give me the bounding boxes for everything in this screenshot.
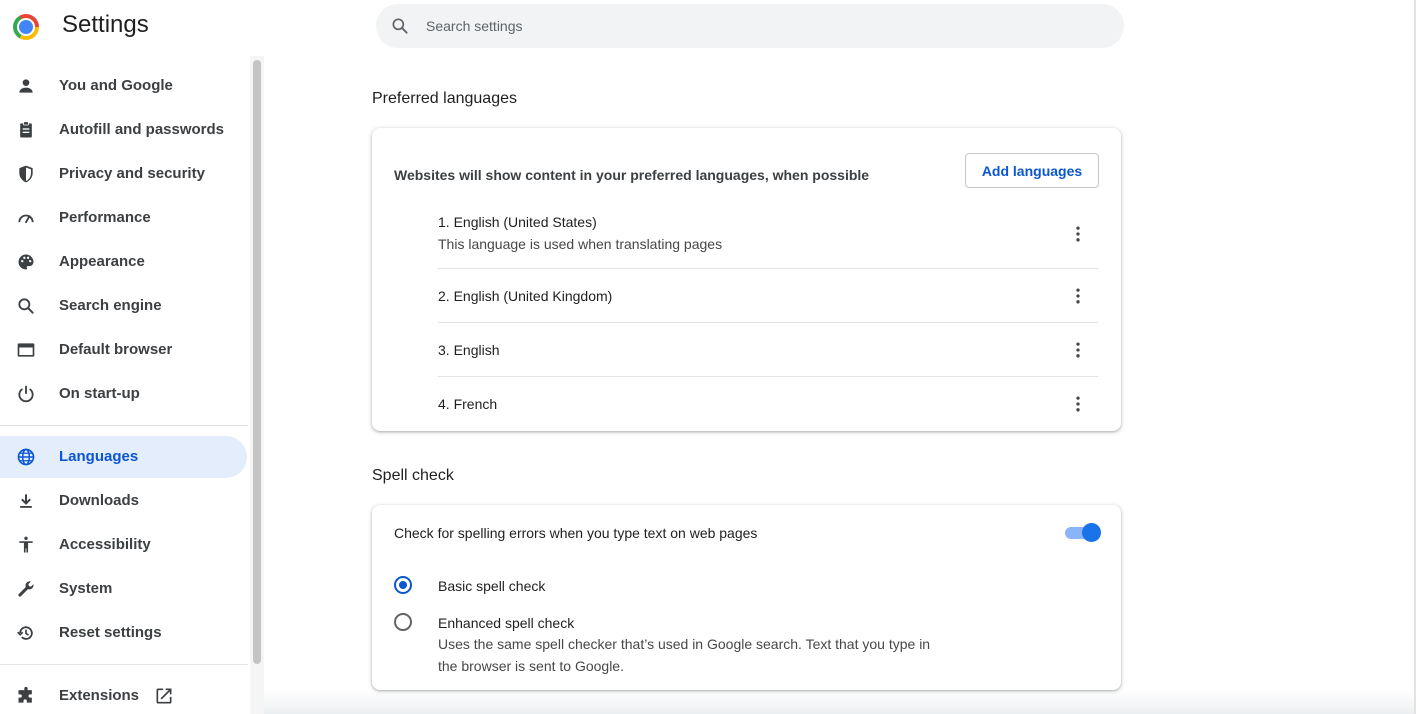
spell-check-toggle-label: Check for spelling errors when you type … xyxy=(394,525,758,541)
person-icon xyxy=(19,79,33,93)
enhanced-spell-check-label: Enhanced spell check xyxy=(438,615,575,631)
sidebar-item-languages[interactable]: Languages xyxy=(0,436,247,478)
sidebar-item-label: Appearance xyxy=(59,253,145,270)
sidebar-item-privacy[interactable]: Privacy and security xyxy=(0,153,247,195)
language-row: 2. English (United Kingdom) xyxy=(438,288,1098,308)
row-divider xyxy=(438,322,1098,323)
sidebar-item-system[interactable]: System xyxy=(0,568,247,610)
language-name: 4. French xyxy=(438,396,498,412)
row-divider xyxy=(438,268,1098,269)
page-title: Settings xyxy=(62,11,149,38)
history-icon xyxy=(17,626,33,640)
clipboard-icon xyxy=(20,121,32,138)
sidebar-item-label: Extensions xyxy=(59,687,140,704)
sidebar-divider xyxy=(0,664,248,665)
speedometer-icon xyxy=(18,214,34,224)
power-icon xyxy=(18,385,34,403)
more-vert-icon[interactable] xyxy=(1068,394,1088,414)
header: Settings xyxy=(0,0,1416,52)
preferred-languages-title: Preferred languages xyxy=(372,90,517,107)
bottom-fade xyxy=(264,690,1416,714)
sidebar-item-default-browser[interactable]: Default browser xyxy=(0,329,247,371)
wrench-icon xyxy=(18,581,34,597)
sidebar-item-performance[interactable]: Performance xyxy=(0,197,247,239)
sidebar-item-label: On start-up xyxy=(59,385,140,402)
sidebar-item-accessibility[interactable]: Accessibility xyxy=(0,524,247,566)
browser-window-icon xyxy=(17,343,35,357)
sidebar-item-autofill[interactable]: Autofill and passwords xyxy=(0,109,247,151)
language-subtext: This language is used when translating p… xyxy=(438,236,723,252)
sidebar-item-label: Downloads xyxy=(59,492,140,509)
preferred-languages-description: Websites will show content in your prefe… xyxy=(394,167,870,183)
row-divider xyxy=(438,376,1098,377)
more-vert-icon[interactable] xyxy=(1068,340,1088,360)
language-name: 3. English xyxy=(438,342,500,358)
sidebar-item-label: Privacy and security xyxy=(59,165,205,182)
sidebar-item-label: Performance xyxy=(59,209,151,226)
basic-spell-check-radio[interactable] xyxy=(394,576,412,594)
sidebar-item-on-startup[interactable]: On start-up xyxy=(0,373,247,415)
accessibility-icon xyxy=(19,536,33,553)
sidebar-item-label: Reset settings xyxy=(59,624,162,641)
puzzle-icon xyxy=(18,686,32,703)
globe-icon xyxy=(17,448,35,466)
sidebar-divider xyxy=(0,425,248,426)
add-languages-button[interactable]: Add languages xyxy=(965,153,1099,188)
spell-check-card: Check for spelling errors when you type … xyxy=(372,505,1121,690)
basic-spell-check-label: Basic spell check xyxy=(438,578,546,594)
search-icon xyxy=(18,298,34,314)
settings-app: Settings You and Google Autofill and pas… xyxy=(0,0,1416,714)
language-row: 3. English xyxy=(438,342,1098,362)
search-input[interactable] xyxy=(426,4,1106,48)
shield-icon xyxy=(19,165,33,183)
sidebar-item-downloads[interactable]: Downloads xyxy=(0,480,247,522)
more-vert-icon[interactable] xyxy=(1068,224,1088,244)
open-in-new-icon[interactable] xyxy=(154,686,174,706)
sidebar-scrollbar[interactable] xyxy=(250,56,264,714)
download-icon xyxy=(20,494,32,508)
search-icon xyxy=(392,18,408,34)
search-bar[interactable] xyxy=(376,4,1124,48)
scrollbar-thumb[interactable] xyxy=(253,60,261,664)
language-name: 2. English (United Kingdom) xyxy=(438,288,613,304)
sidebar-item-label: Accessibility xyxy=(59,536,151,553)
sidebar-item-appearance[interactable]: Appearance xyxy=(0,241,247,283)
sidebar-item-reset-settings[interactable]: Reset settings xyxy=(0,612,247,654)
sidebar-item-extensions[interactable]: Extensions xyxy=(0,675,247,714)
sidebar: You and Google Autofill and passwords Pr… xyxy=(0,56,250,714)
sidebar-item-label: Autofill and passwords xyxy=(59,121,225,138)
toggle-knob xyxy=(1082,523,1101,542)
sidebar-item-search-engine[interactable]: Search engine xyxy=(0,285,247,327)
spell-check-title: Spell check xyxy=(372,467,454,484)
sidebar-item-you-and-google[interactable]: You and Google xyxy=(0,65,247,107)
sidebar-item-label: Search engine xyxy=(59,297,162,314)
sidebar-item-label: Languages xyxy=(59,448,139,465)
spell-check-toggle[interactable] xyxy=(1065,523,1101,542)
language-row: 1. English (United States) This language… xyxy=(438,214,1098,254)
enhanced-spell-check-radio[interactable] xyxy=(394,613,412,631)
sidebar-item-label: Default browser xyxy=(59,341,173,358)
sidebar-item-label: System xyxy=(59,580,113,597)
enhanced-spell-check-description: Uses the same spell checker that’s used … xyxy=(438,636,931,674)
preferred-languages-card: Websites will show content in your prefe… xyxy=(372,128,1121,431)
sidebar-item-label: You and Google xyxy=(59,77,173,94)
more-vert-icon[interactable] xyxy=(1068,286,1088,306)
palette-icon xyxy=(18,254,34,270)
chrome-logo-icon xyxy=(13,14,39,40)
language-row: 4. French xyxy=(438,396,1098,416)
language-name: 1. English (United States) xyxy=(438,214,597,230)
